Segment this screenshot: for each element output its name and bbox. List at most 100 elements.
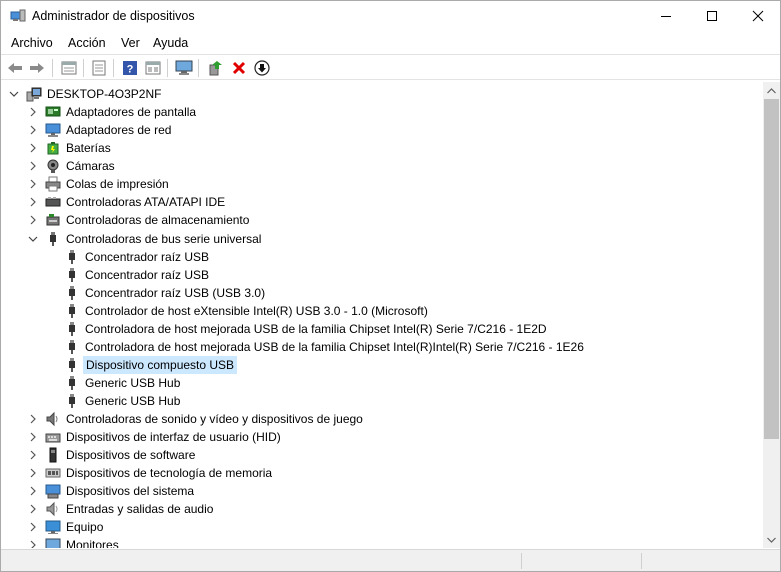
- usb-device-icon: [69, 358, 75, 372]
- tree-device-item[interactable]: Controladora de host mejorada USB de la …: [1, 338, 763, 356]
- tree-category-label: Baterías: [66, 141, 111, 155]
- chevron-right-icon[interactable]: [28, 431, 38, 443]
- tree-category-dispositivos-del-sistema[interactable]: Dispositivos del sistema: [1, 482, 763, 500]
- tree-device-item[interactable]: Concentrador raíz USB: [1, 248, 763, 266]
- tree-category-colas-de-impresion[interactable]: Colas de impresión: [1, 175, 763, 193]
- status-divider: [641, 553, 642, 569]
- tree-device-item[interactable]: Generic USB Hub: [1, 392, 763, 410]
- tree-device-label: Controlador de host eXtensible Intel(R) …: [85, 304, 428, 318]
- disable-device-button[interactable]: [252, 58, 272, 78]
- properties-button[interactable]: [59, 58, 79, 78]
- menu-archivo[interactable]: Archivo: [11, 36, 53, 50]
- chevron-right-icon[interactable]: [28, 413, 38, 425]
- tree-category-adaptadores-de-red[interactable]: Adaptadores de red: [1, 121, 763, 139]
- minimize-button[interactable]: [643, 1, 689, 31]
- battery-icon: [47, 142, 59, 155]
- hid-icon: [45, 433, 61, 443]
- chevron-right-icon[interactable]: [28, 124, 38, 136]
- tree-category-equipo[interactable]: Equipo: [1, 518, 763, 536]
- chevron-right-icon[interactable]: [28, 467, 38, 479]
- update-driver-button[interactable]: [205, 58, 225, 78]
- tree-device-item[interactable]: Concentrador raíz USB: [1, 266, 763, 284]
- title-bar[interactable]: Administrador de dispositivos: [1, 1, 780, 32]
- tree-category-label: Adaptadores de pantalla: [66, 105, 197, 119]
- tree-category-controladoras-ata-atapi-ide[interactable]: Controladoras ATA/ATAPI IDE: [1, 193, 763, 211]
- chevron-right-icon[interactable]: [28, 142, 38, 154]
- device-manager-app-icon: [10, 9, 26, 22]
- toolbar-separator: [198, 59, 199, 77]
- chevron-right-icon[interactable]: [28, 449, 38, 461]
- tree-device-label: Concentrador raíz USB: [85, 268, 210, 282]
- help-icon: ?: [123, 61, 137, 76]
- forward-button[interactable]: [27, 58, 47, 78]
- chevron-right-icon[interactable]: [28, 106, 38, 118]
- tree-category-label: Entradas y salidas de audio: [66, 502, 214, 516]
- toolbar: ?: [1, 54, 780, 80]
- chevron-right-icon[interactable]: [28, 485, 38, 497]
- status-bar: [1, 549, 780, 571]
- chevron-right-icon[interactable]: [28, 178, 38, 190]
- tree-category-camaras[interactable]: Cámaras: [1, 157, 763, 175]
- tree-category-controladoras-de-sonido-y-video-y-dispositivos-de-juego[interactable]: Controladoras de sonido y vídeo y dispos…: [1, 410, 763, 428]
- tree-device-label: Dispositivo compuesto USB: [83, 356, 238, 374]
- tree-device-label: Concentrador raíz USB (USB 3.0): [85, 286, 266, 300]
- tree-category-dispositivos-de-interfaz-de-usuario-hid[interactable]: Dispositivos de interfaz de usuario (HID…: [1, 428, 763, 446]
- scroll-down-button[interactable]: [763, 531, 780, 548]
- tree-device-item[interactable]: Controladora de host mejorada USB de la …: [1, 320, 763, 338]
- tree-device-item[interactable]: Generic USB Hub: [1, 374, 763, 392]
- tree-category-usb[interactable]: Controladoras de bus serie universal: [1, 230, 763, 248]
- menu-accion[interactable]: Acción: [68, 36, 106, 50]
- chevron-right-icon[interactable]: [28, 521, 38, 533]
- tree-category-label: Monitores: [66, 538, 119, 548]
- help-button[interactable]: ?: [120, 58, 140, 78]
- back-icon: [8, 63, 22, 73]
- tree-device-item[interactable]: Concentrador raíz USB (USB 3.0): [1, 284, 763, 302]
- menu-bar: Archivo Acción Ver Ayuda: [1, 32, 780, 54]
- vertical-scrollbar[interactable]: [763, 82, 780, 548]
- tree-category-monitores[interactable]: Monitores: [1, 536, 763, 548]
- chevron-right-icon[interactable]: [28, 214, 38, 226]
- maximize-button[interactable]: [689, 1, 735, 31]
- chevron-down-icon[interactable]: [28, 233, 38, 245]
- properties-icon: [61, 61, 77, 75]
- device-manager-window: Administrador de dispositivos Archivo Ac…: [0, 0, 781, 572]
- tree-category-label: Dispositivos del sistema: [66, 484, 195, 498]
- printer-icon: [45, 176, 61, 192]
- chevron-down-icon: [767, 537, 776, 543]
- chevron-down-icon[interactable]: [9, 88, 19, 100]
- print-button[interactable]: [89, 58, 109, 78]
- tree-root[interactable]: DESKTOP-4O3P2NF: [1, 85, 763, 103]
- scroll-up-button[interactable]: [763, 82, 780, 99]
- storage-controller-icon: [46, 214, 60, 226]
- view-button[interactable]: [143, 58, 163, 78]
- scrollbar-thumb[interactable]: [764, 99, 779, 439]
- tree-device-item[interactable]: Controlador de host eXtensible Intel(R) …: [1, 302, 763, 320]
- chevron-right-icon[interactable]: [28, 196, 38, 208]
- status-divider: [521, 553, 522, 569]
- tree-category-entradas-y-salidas-de-audio[interactable]: Entradas y salidas de audio: [1, 500, 763, 518]
- close-button[interactable]: [735, 1, 781, 31]
- back-button[interactable]: [5, 58, 25, 78]
- device-tree[interactable]: DESKTOP-4O3P2NF Adaptadores de pantalla A…: [1, 82, 763, 548]
- tree-category-controladoras-de-almacenamiento[interactable]: Controladoras de almacenamiento: [1, 211, 763, 229]
- chevron-right-icon[interactable]: [28, 503, 38, 515]
- usb-icon: [50, 232, 56, 246]
- tree-category-adaptadores-de-pantalla[interactable]: Adaptadores de pantalla: [1, 103, 763, 121]
- tree-category-label: Dispositivos de software: [66, 448, 196, 462]
- tree-category-baterias[interactable]: Baterías: [1, 139, 763, 157]
- scan-hardware-button[interactable]: [174, 58, 194, 78]
- network-adapter-icon: [45, 123, 61, 137]
- minimize-icon: [661, 16, 671, 17]
- tree-category-label: Controladoras de almacenamiento: [66, 213, 250, 227]
- tree-device-item[interactable]: Dispositivo compuesto USB: [1, 356, 763, 374]
- uninstall-button[interactable]: [229, 58, 249, 78]
- svg-text:?: ?: [127, 64, 134, 76]
- chevron-right-icon[interactable]: [28, 539, 38, 548]
- chevron-right-icon[interactable]: [28, 160, 38, 172]
- tree-category-dispositivos-de-tecnologia-de-memoria[interactable]: Dispositivos de tecnología de memoria: [1, 464, 763, 482]
- menu-ayuda[interactable]: Ayuda: [153, 36, 188, 50]
- audio-io-icon: [46, 501, 58, 517]
- chevron-up-icon: [767, 87, 776, 93]
- tree-category-dispositivos-de-software[interactable]: Dispositivos de software: [1, 446, 763, 464]
- menu-ver[interactable]: Ver: [121, 36, 140, 50]
